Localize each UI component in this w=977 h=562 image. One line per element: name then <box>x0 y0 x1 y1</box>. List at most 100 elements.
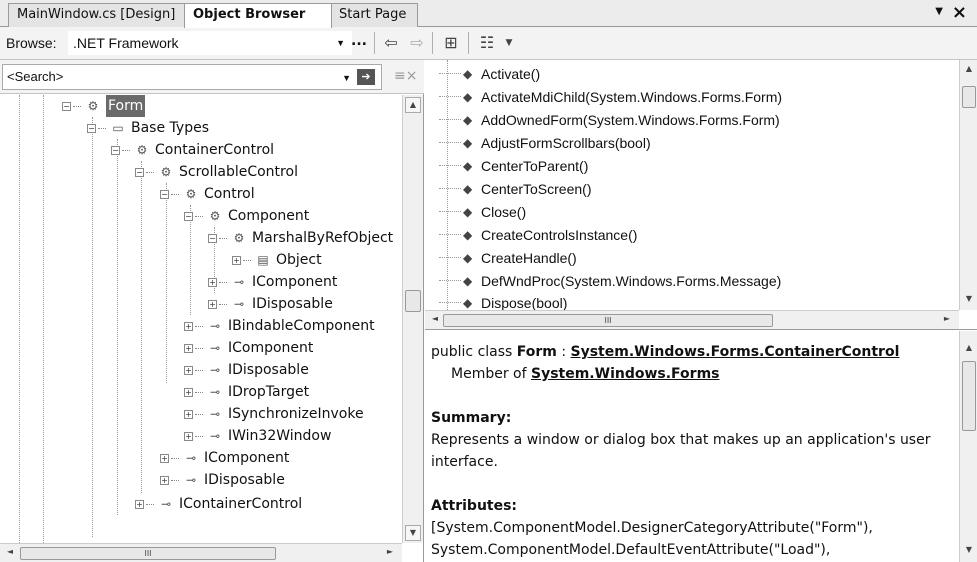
member-item[interactable]: ◆ DefWndProc(System.Windows.Forms.Message… <box>439 269 781 292</box>
member-item[interactable]: ◆ CenterToScreen() <box>439 177 592 200</box>
tree-vertical-scrollbar[interactable]: ▲ ▼ <box>402 95 423 543</box>
collapse-icon[interactable]: − <box>87 123 96 133</box>
member-label: AdjustFormScrollbars(bool) <box>481 134 651 151</box>
object-icon: ▤ <box>257 253 269 267</box>
member-item[interactable]: ◆ Activate() <box>439 62 540 85</box>
expand-icon[interactable]: + <box>160 453 169 463</box>
member-item[interactable]: ◆ AdjustFormScrollbars(bool) <box>439 131 651 154</box>
member-label: CreateControlsInstance() <box>481 226 638 243</box>
edit-custom-component-set-button[interactable]: ... <box>351 33 367 49</box>
description-vertical-scrollbar[interactable]: ▲ ▼ <box>959 331 977 562</box>
tree-item[interactable]: + ⊸ IDisposable <box>208 293 333 315</box>
member-item[interactable]: ◆ Close() <box>439 200 526 223</box>
expand-icon[interactable]: + <box>184 387 193 397</box>
tab-start-page[interactable]: Start Page <box>330 3 418 27</box>
tab-mainwindow-design[interactable]: MainWindow.cs [Design] <box>8 3 186 27</box>
tab-object-browser[interactable]: Object Browser <box>184 3 332 28</box>
collapse-icon[interactable]: − <box>135 167 144 177</box>
forward-arrow-icon[interactable]: ⇨ <box>406 32 428 54</box>
scroll-down-icon[interactable]: ▼ <box>961 292 977 308</box>
base-type-link[interactable]: System.Windows.Forms.ContainerControl <box>571 344 900 360</box>
tree-item[interactable]: + ⊸ IDropTarget <box>184 381 309 403</box>
scroll-right-icon[interactable]: ► <box>939 312 955 328</box>
tree-horizontal-scrollbar[interactable]: ◄ III ► <box>0 543 402 562</box>
tree-item[interactable]: + ⊸ IDisposable <box>160 469 285 491</box>
clear-search-icon[interactable]: ≡× <box>394 68 417 84</box>
members-horizontal-scrollbar[interactable]: ◄ III ► <box>425 310 959 329</box>
view-settings-dropdown-icon[interactable]: ▼ <box>498 32 520 54</box>
expand-icon[interactable]: + <box>135 499 144 509</box>
view-settings-icon[interactable]: ☷ <box>476 32 498 54</box>
back-arrow-icon[interactable]: ⇦ <box>380 32 402 54</box>
browse-scope-dropdown[interactable]: .NET Framework ▼ <box>68 31 352 55</box>
summary-text: Represents a window or dialog box that m… <box>431 432 931 470</box>
tree-connector <box>171 479 179 481</box>
tree-item[interactable]: + ⊸ IComponent <box>184 337 313 359</box>
expand-icon[interactable]: + <box>232 255 241 265</box>
chevron-down-icon[interactable]: ▼ <box>342 73 351 83</box>
collapse-icon[interactable]: − <box>62 101 71 111</box>
member-item[interactable]: ◆ AddOwnedForm(System.Windows.Forms.Form) <box>439 108 780 131</box>
tree-item[interactable]: + ⊸ IBindableComponent <box>184 315 375 337</box>
scroll-thumb[interactable] <box>962 86 976 108</box>
expand-icon[interactable]: + <box>160 475 169 485</box>
tree-item[interactable]: − ▭ Base Types <box>87 117 209 139</box>
tab-list-chevron-icon[interactable]: ▼ <box>935 6 943 17</box>
summary-heading: Summary: <box>431 410 512 426</box>
tree-item[interactable]: − ⚙ ContainerControl <box>111 139 274 161</box>
scroll-down-icon[interactable]: ▼ <box>405 525 421 541</box>
tree-item[interactable]: + ⊸ ISynchronizeInvoke <box>184 403 364 425</box>
tree-item[interactable]: − ⚙ MarshalByRefObject <box>208 227 393 249</box>
close-icon[interactable]: × <box>952 2 967 23</box>
scroll-thumb[interactable] <box>405 290 421 312</box>
tree-item-label: IContainerControl <box>179 496 303 512</box>
expand-icon[interactable]: + <box>208 299 217 309</box>
namespace-link[interactable]: System.Windows.Forms <box>531 366 720 382</box>
scroll-left-icon[interactable]: ◄ <box>2 545 18 561</box>
search-input[interactable]: <Search> ▼ ➔ <box>2 64 382 90</box>
collapse-icon[interactable]: − <box>208 233 217 243</box>
collapse-icon[interactable]: − <box>160 189 169 199</box>
scroll-thumb[interactable]: III <box>443 314 773 327</box>
expand-icon[interactable]: + <box>184 409 193 419</box>
scroll-right-icon[interactable]: ► <box>382 545 398 561</box>
scroll-left-icon[interactable]: ◄ <box>427 312 443 328</box>
expand-icon[interactable]: + <box>184 343 193 353</box>
scroll-up-icon[interactable]: ▲ <box>961 62 977 78</box>
collapse-icon[interactable]: − <box>184 211 193 221</box>
interface-icon: ⊸ <box>185 451 197 465</box>
tree-item[interactable]: + ⊸ IWin32Window <box>184 425 331 447</box>
tree-item[interactable]: + ⊸ IComponent <box>160 447 289 469</box>
collapse-icon[interactable]: − <box>111 145 120 155</box>
expand-icon[interactable]: + <box>184 431 193 441</box>
add-reference-icon[interactable]: ⊞ <box>440 32 462 54</box>
tree-connector <box>439 302 461 303</box>
expand-icon[interactable]: + <box>184 321 193 331</box>
member-item[interactable]: ◆ CreateControlsInstance() <box>439 223 637 246</box>
scroll-up-icon[interactable]: ▲ <box>961 341 977 357</box>
tree-item-label: Object <box>276 252 322 268</box>
members-vertical-scrollbar[interactable]: ▲ ▼ <box>959 60 977 310</box>
tree-item[interactable]: − ⚙ Form <box>62 95 146 117</box>
tree-item[interactable]: − ⚙ Control <box>160 183 255 205</box>
search-go-icon[interactable]: ➔ <box>357 69 375 85</box>
tree-item[interactable]: − ⚙ Component <box>184 205 309 227</box>
expand-icon[interactable]: + <box>208 277 217 287</box>
tree-guide-line <box>19 95 20 543</box>
tree-item[interactable]: + ⊸ IContainerControl <box>135 493 302 515</box>
scroll-up-icon[interactable]: ▲ <box>405 97 421 113</box>
tree-item[interactable]: − ⚙ ScrollableControl <box>135 161 298 183</box>
expand-icon[interactable]: + <box>184 365 193 375</box>
tree-item[interactable]: + ⊸ IComponent <box>208 271 337 293</box>
member-item[interactable]: ◆ CreateHandle() <box>439 246 577 269</box>
member-item[interactable]: ◆ ActivateMdiChild(System.Windows.Forms.F… <box>439 85 782 108</box>
scroll-down-icon[interactable]: ▼ <box>961 543 977 559</box>
tree-item[interactable]: + ⊸ IDisposable <box>184 359 309 381</box>
tree-item[interactable]: + ▤ Object <box>232 249 322 271</box>
tree-item-label: IBindableComponent <box>228 318 375 334</box>
tree-guide-line <box>43 95 44 543</box>
member-item[interactable]: ◆ CenterToParent() <box>439 154 588 177</box>
tree-connector <box>195 413 203 415</box>
scroll-thumb[interactable] <box>962 361 976 431</box>
scroll-thumb[interactable]: III <box>20 547 276 560</box>
